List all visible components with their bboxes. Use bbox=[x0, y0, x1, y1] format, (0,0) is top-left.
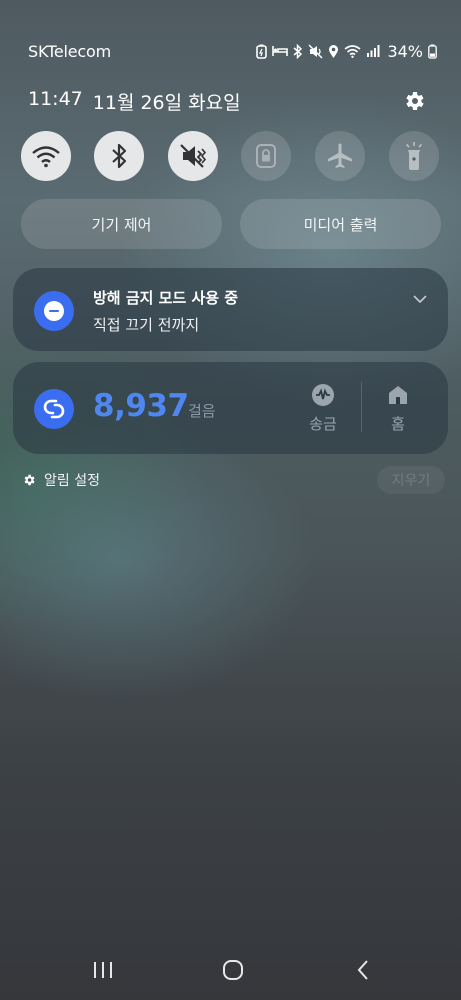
mute-icon bbox=[308, 43, 323, 59]
gear-icon bbox=[406, 92, 424, 110]
battery-percent: 34% bbox=[387, 41, 423, 61]
battery-saver-icon bbox=[256, 44, 268, 59]
steps-unit: 걸음 bbox=[188, 402, 216, 420]
back-button[interactable] bbox=[350, 955, 376, 985]
airplane-tile[interactable] bbox=[315, 131, 365, 181]
clear-notifications-button[interactable]: 지우기 bbox=[377, 466, 445, 494]
steps-count: 8,937 bbox=[93, 388, 189, 424]
dnd-notification-card[interactable]: 방해 금지 모드 사용 중 직접 끄기 전까지 bbox=[13, 268, 448, 351]
carrier-name: SKTelecom bbox=[28, 42, 111, 61]
date-time-row[interactable]: 11:47 11월 26일 화요일 bbox=[28, 88, 241, 115]
back-icon bbox=[357, 960, 368, 980]
screen-lock-tile[interactable] bbox=[241, 131, 291, 181]
recent-apps-icon bbox=[94, 962, 112, 978]
notification-settings-button[interactable]: 알림 설정 bbox=[22, 470, 100, 490]
home-icon bbox=[389, 386, 407, 404]
sleep-mode-icon bbox=[272, 45, 289, 57]
location-icon bbox=[328, 44, 339, 59]
dnd-title: 방해 금지 모드 사용 중 bbox=[93, 289, 239, 307]
signal-icon bbox=[366, 44, 380, 58]
wifi-icon bbox=[344, 44, 361, 58]
home-label: 홈 bbox=[391, 415, 405, 433]
airplane-icon bbox=[328, 143, 352, 168]
home-nav-button[interactable] bbox=[217, 955, 249, 985]
flashlight-tile[interactable] bbox=[389, 131, 439, 181]
lock-icon bbox=[256, 144, 276, 168]
settings-button[interactable] bbox=[398, 85, 430, 117]
wifi-icon bbox=[32, 146, 60, 168]
sound-tile[interactable] bbox=[168, 131, 218, 181]
date-label[interactable]: 11월 26일 화요일 bbox=[93, 88, 241, 115]
chevron-down-icon[interactable] bbox=[412, 289, 428, 308]
steps-app-icon bbox=[34, 389, 74, 429]
remittance-button[interactable]: 송금 bbox=[293, 382, 353, 434]
battery-icon bbox=[428, 44, 437, 59]
home-button[interactable]: 홈 bbox=[368, 382, 428, 434]
gear-icon bbox=[24, 474, 35, 486]
home-circle-icon bbox=[223, 960, 243, 980]
notification-settings-label: 알림 설정 bbox=[44, 473, 100, 489]
steps-notification-card[interactable]: 8,937 걸음 송금 홈 bbox=[13, 362, 448, 454]
media-output-button[interactable]: 미디어 출력 bbox=[240, 199, 441, 249]
dnd-subtitle: 직접 끄기 전까지 bbox=[93, 316, 200, 334]
action-divider bbox=[361, 382, 362, 432]
bluetooth-tile[interactable] bbox=[94, 131, 144, 181]
remittance-icon bbox=[312, 384, 334, 406]
mute-icon bbox=[180, 144, 207, 168]
flashlight-icon bbox=[405, 142, 423, 170]
recent-apps-button[interactable] bbox=[88, 955, 118, 985]
remittance-label: 송금 bbox=[309, 415, 337, 433]
wifi-tile[interactable] bbox=[21, 131, 71, 181]
clock-time[interactable]: 11:47 bbox=[28, 88, 83, 115]
status-icons: 34% bbox=[256, 40, 437, 62]
bluetooth-icon bbox=[293, 43, 303, 59]
dnd-icon bbox=[34, 291, 74, 331]
device-control-button[interactable]: 기기 제어 bbox=[21, 199, 222, 249]
bluetooth-icon bbox=[112, 143, 127, 169]
